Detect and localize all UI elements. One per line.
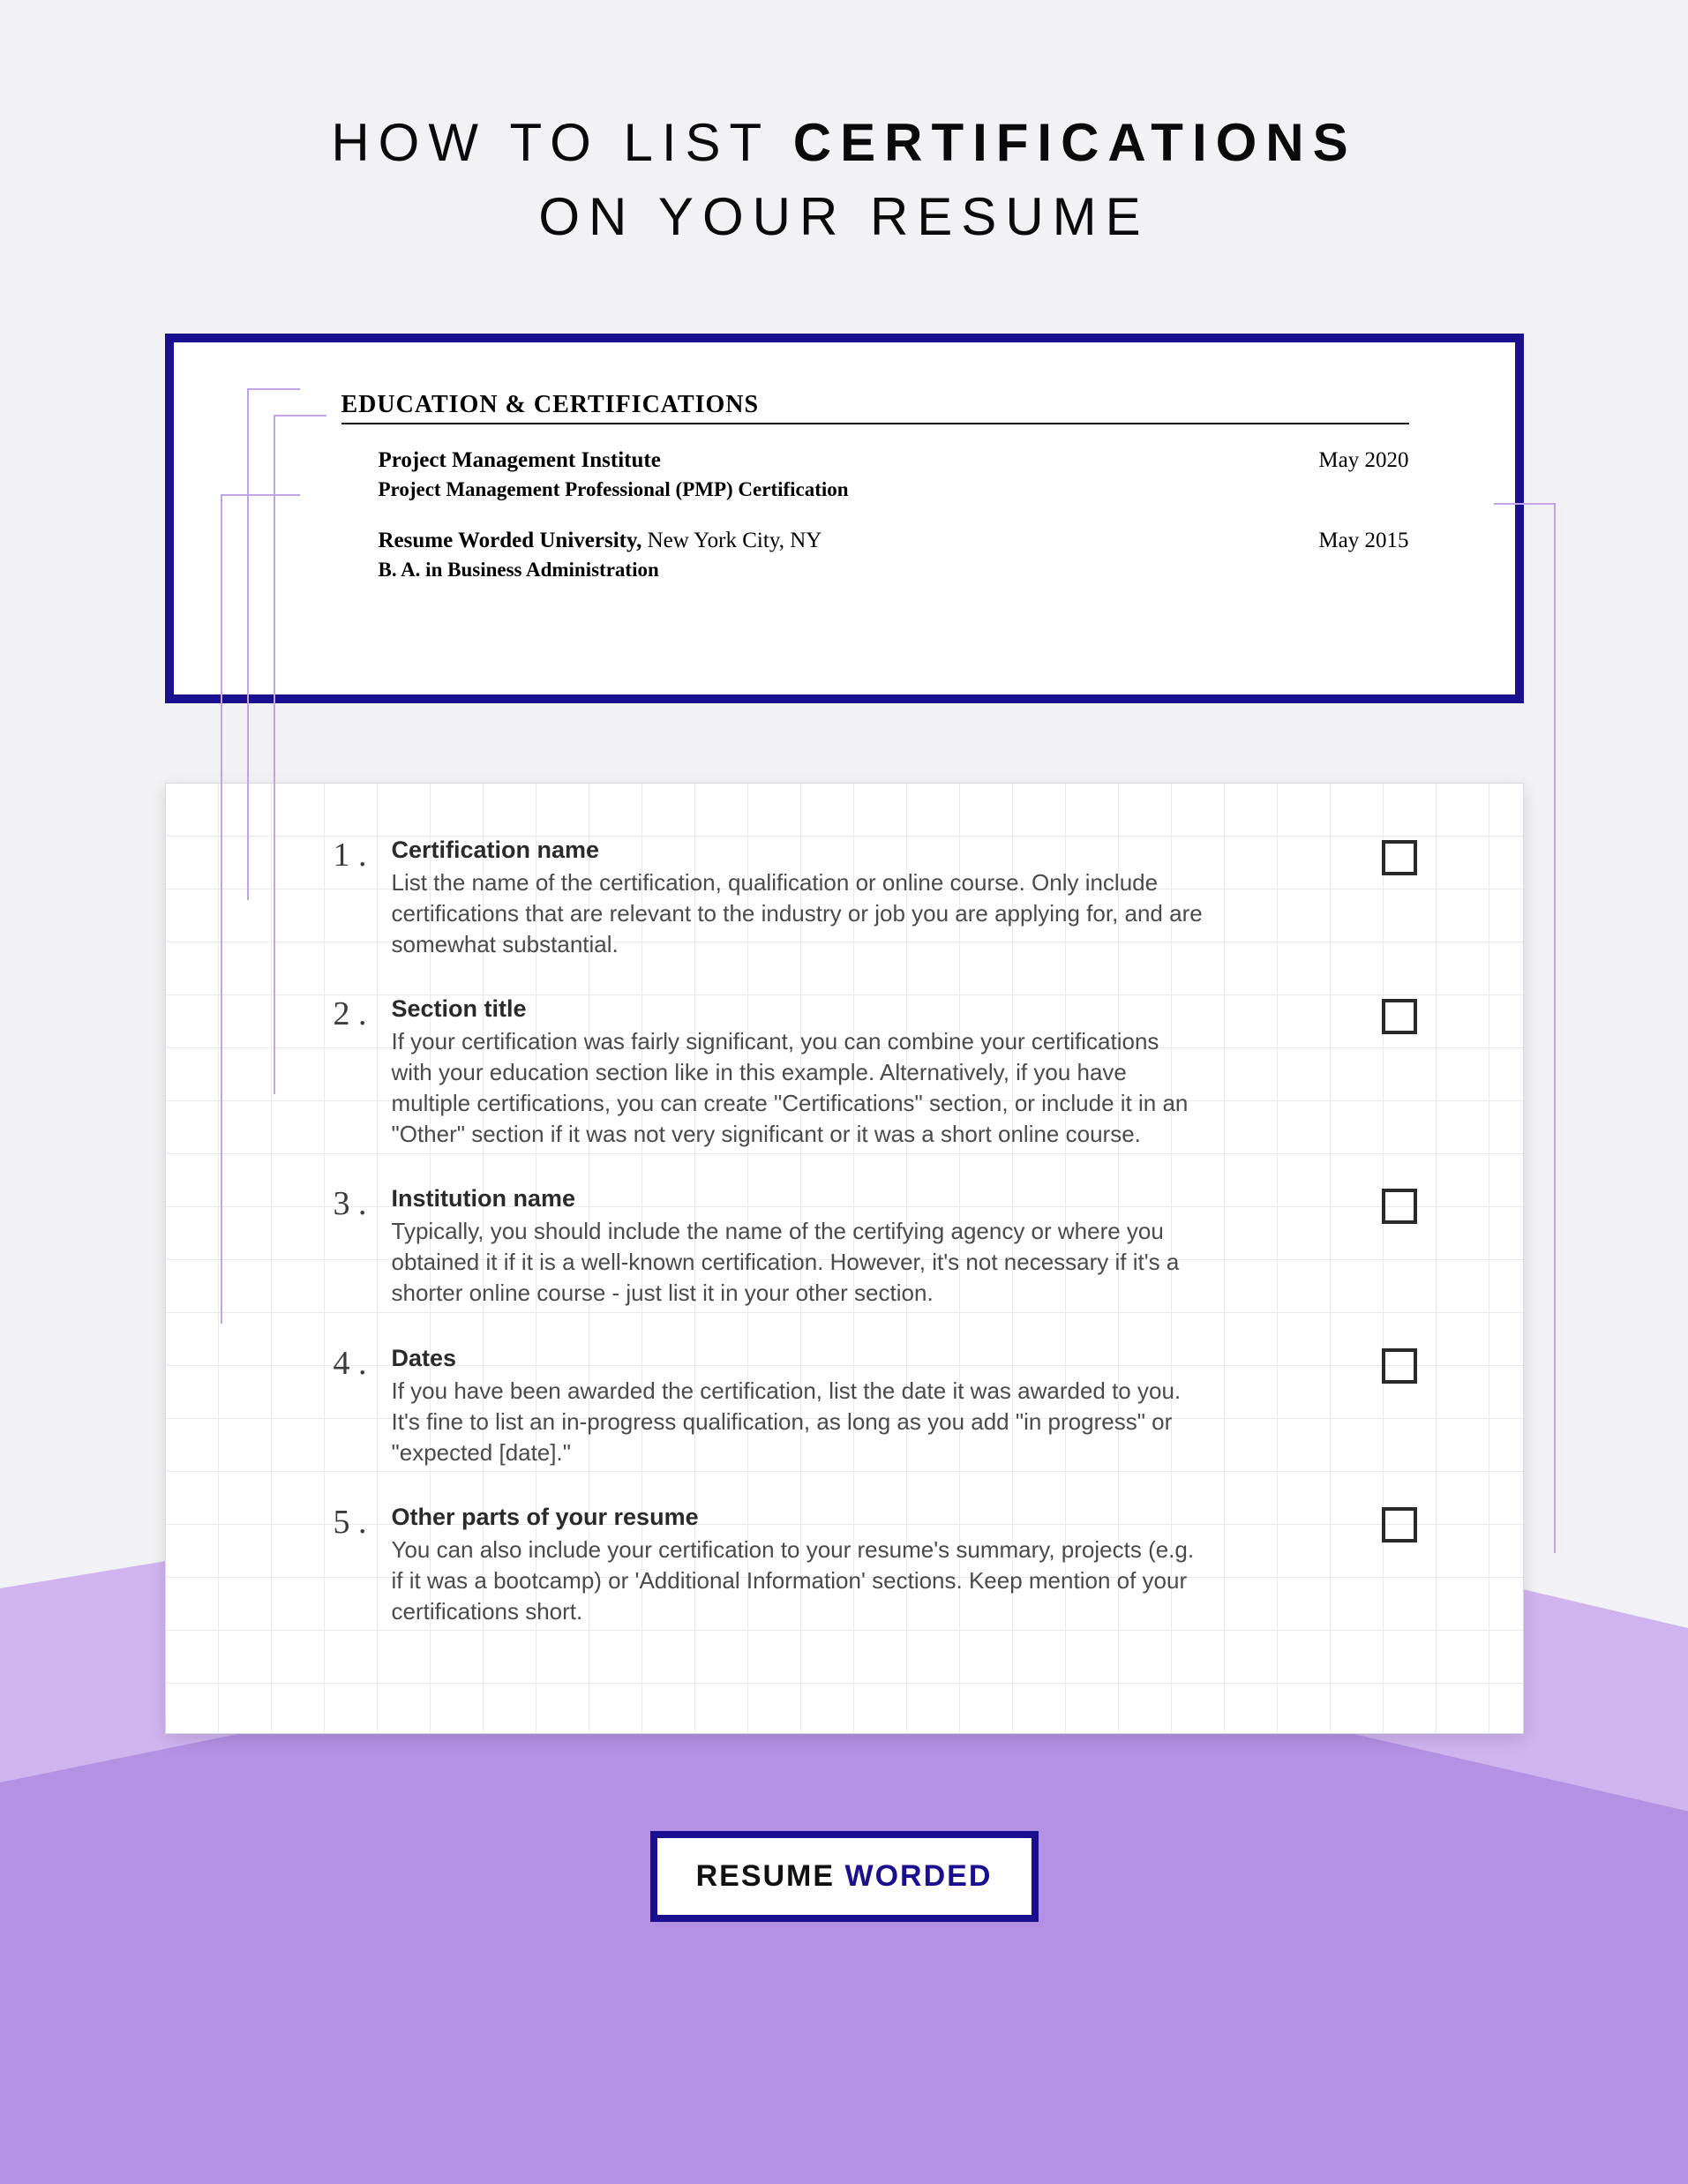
sample-date: May 2020 (1292, 446, 1408, 503)
check-title: Section title (392, 995, 1347, 1023)
checkbox[interactable] (1382, 1189, 1417, 1224)
sample-institution: Resume Worded University, (379, 529, 642, 552)
title-line1-pre: HOW TO LIST (331, 113, 792, 172)
sample-location: New York City, NY (641, 529, 821, 552)
check-desc: If you have been awarded the certificati… (392, 1376, 1204, 1468)
checkbox[interactable] (1382, 1348, 1417, 1384)
check-desc: If your certification was fairly signifi… (392, 1026, 1204, 1150)
check-desc: You can also include your certification … (392, 1535, 1204, 1627)
check-number: 4 . (334, 1345, 392, 1380)
check-number: 1 . (334, 837, 392, 872)
brand-badge: RESUME WORDED (650, 1831, 1039, 1922)
title-line2: ON YOUR RESUME (538, 187, 1149, 246)
sample-date: May 2015 (1292, 526, 1408, 583)
sample-entry: Project Management Institute Project Man… (341, 446, 1409, 503)
check-title: Institution name (392, 1185, 1347, 1212)
brand-word-b: WORDED (835, 1859, 992, 1893)
check-number: 2 . (334, 995, 392, 1031)
check-desc: List the name of the certification, qual… (392, 867, 1204, 960)
check-number: 3 . (334, 1185, 392, 1220)
check-number: 5 . (334, 1504, 392, 1539)
sample-institution: Project Management Institute (379, 448, 661, 472)
check-item: 3 . Institution name Typically, you shou… (334, 1185, 1417, 1309)
check-title: Certification name (392, 837, 1347, 864)
check-title: Dates (392, 1345, 1347, 1372)
brand-word-a: RESUME (696, 1859, 835, 1893)
checkbox[interactable] (1382, 1507, 1417, 1542)
check-item: 1 . Certification name List the name of … (334, 837, 1417, 960)
checkbox[interactable] (1382, 840, 1417, 875)
check-title: Other parts of your resume (392, 1504, 1347, 1531)
sample-subline: Project Management Professional (PMP) Ce… (379, 476, 849, 503)
checklist-card: 1 . Certification name List the name of … (165, 783, 1524, 1735)
check-item: 4 . Dates If you have been awarded the c… (334, 1345, 1417, 1468)
sample-entry: Resume Worded University, New York City,… (341, 526, 1409, 583)
check-item: 5 . Other parts of your resume You can a… (334, 1504, 1417, 1627)
sample-resume-box: EDUCATION & CERTIFICATIONS Project Manag… (165, 334, 1524, 703)
title-line1-bold: CERTIFICATIONS (793, 113, 1357, 172)
checkbox[interactable] (1382, 999, 1417, 1034)
sample-subline: B. A. in Business Administration (379, 556, 822, 583)
sample-section-heading: EDUCATION & CERTIFICATIONS (341, 391, 1409, 424)
page-title: HOW TO LIST CERTIFICATIONS ON YOUR RESUM… (0, 0, 1688, 254)
check-desc: Typically, you should include the name o… (392, 1216, 1204, 1309)
check-item: 2 . Section title If your certification … (334, 995, 1417, 1150)
